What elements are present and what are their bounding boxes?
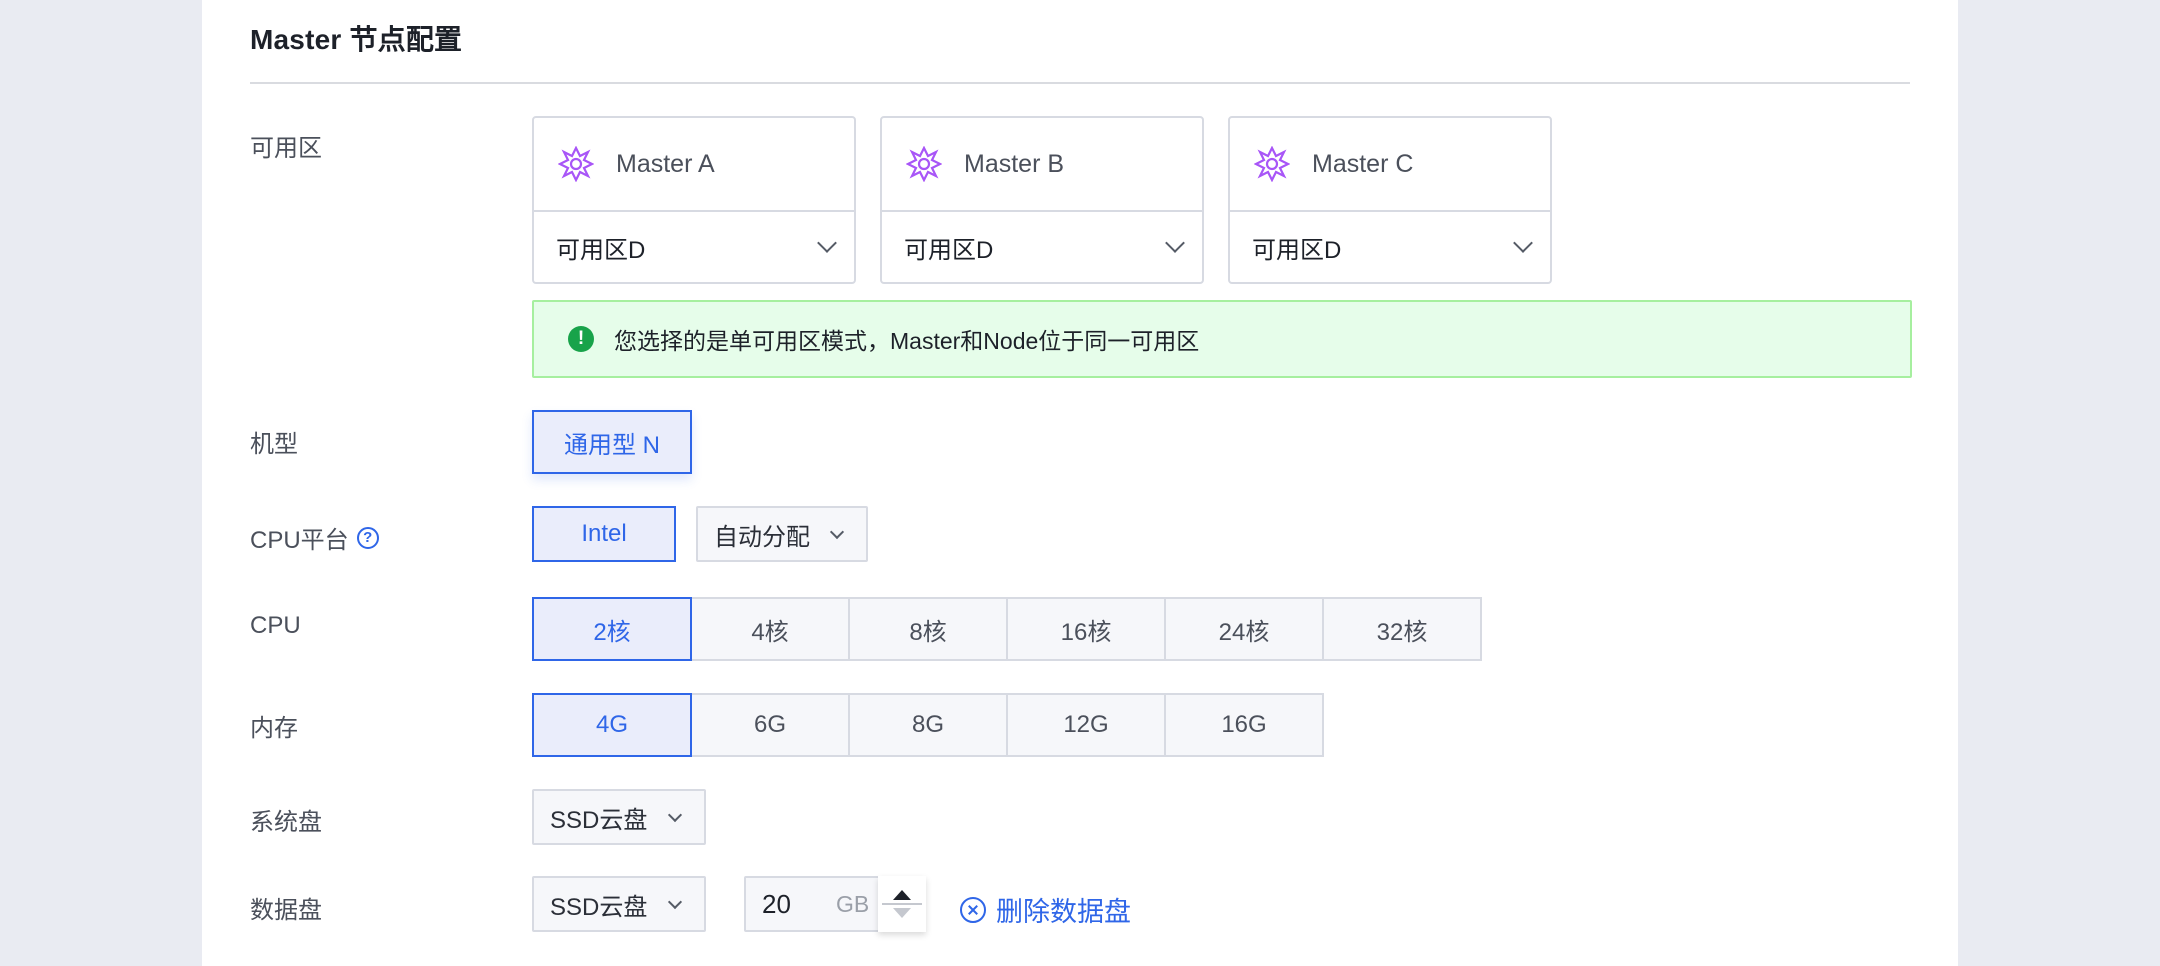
- cpu-platform-intel[interactable]: Intel: [532, 506, 676, 562]
- help-icon[interactable]: ?: [356, 526, 379, 549]
- zone-select-value: 可用区D: [1252, 236, 1342, 264]
- cpu-option-24[interactable]: 24核: [1164, 597, 1324, 661]
- memory-option-4g[interactable]: 4G: [532, 693, 692, 757]
- memory-option-12g[interactable]: 12G: [1006, 693, 1166, 757]
- zone-card-master-a: Master A 可用区D: [532, 116, 856, 284]
- data-disk-label: 数据盘: [250, 897, 322, 924]
- zone-select-master-c[interactable]: 可用区D: [1230, 212, 1550, 282]
- cpu-platform-label-text: CPU平台: [250, 527, 349, 554]
- zone-select-value: 可用区D: [904, 236, 994, 264]
- master-node-icon: [558, 146, 594, 182]
- zone-select-master-a[interactable]: 可用区D: [534, 212, 854, 282]
- cpu-option-32[interactable]: 32核: [1322, 597, 1482, 661]
- zone-card-master-c: Master C 可用区D: [1228, 116, 1552, 284]
- master-node-icon: [1254, 146, 1290, 182]
- close-circle-icon: [960, 896, 986, 923]
- chevron-down-icon: [1513, 233, 1533, 253]
- zone-select-value: 可用区D: [556, 236, 646, 264]
- machine-type-label: 机型: [250, 431, 298, 458]
- data-disk-unit: GB: [836, 890, 870, 917]
- data-disk-size-value: 20: [762, 888, 791, 919]
- memory-label: 内存: [250, 715, 298, 742]
- decrement-icon[interactable]: [893, 908, 911, 918]
- increment-icon[interactable]: [893, 890, 911, 900]
- master-node-icon: [906, 146, 942, 182]
- cpu-option-2[interactable]: 2核: [532, 597, 692, 661]
- memory-option-16g[interactable]: 16G: [1164, 693, 1324, 757]
- system-disk-select[interactable]: SSD云盘: [532, 789, 706, 845]
- stepper-divider: [882, 903, 922, 905]
- chevron-down-icon: [817, 233, 837, 253]
- chevron-down-icon: [829, 524, 845, 539]
- divider: [250, 82, 1910, 84]
- zone-card-master-b: Master B 可用区D: [880, 116, 1204, 284]
- data-disk-select[interactable]: SSD云盘: [532, 876, 706, 932]
- zone-card-name: Master C: [1312, 149, 1414, 178]
- cpu-option-4[interactable]: 4核: [690, 597, 850, 661]
- cpu-label: CPU: [250, 612, 301, 639]
- zone-card-name: Master B: [964, 149, 1065, 178]
- memory-option-6g[interactable]: 6G: [690, 693, 850, 757]
- single-zone-notice: ! 您选择的是单可用区模式，Master和Node位于同一可用区: [532, 300, 1912, 378]
- data-disk-value: SSD云盘: [550, 893, 648, 921]
- zone-card-head: Master B: [882, 118, 1202, 212]
- system-disk-value: SSD云盘: [550, 806, 648, 834]
- delete-data-disk-label: 删除数据盘: [996, 897, 1131, 927]
- machine-type-option[interactable]: 通用型 N: [532, 410, 692, 474]
- cpu-allocation-value: 自动分配: [714, 523, 810, 551]
- cpu-platform-label: CPU平台 ?: [250, 520, 379, 555]
- zone-label: 可用区: [250, 135, 322, 162]
- zone-select-master-b[interactable]: 可用区D: [882, 212, 1202, 282]
- zone-card-head: Master C: [1230, 118, 1550, 212]
- notice-text: 您选择的是单可用区模式，Master和Node位于同一可用区: [614, 328, 1200, 354]
- zone-card-name: Master A: [616, 149, 715, 178]
- exclamation-icon: !: [568, 326, 594, 352]
- zone-card-head: Master A: [534, 118, 854, 212]
- delete-data-disk-link[interactable]: 删除数据盘: [960, 890, 1131, 929]
- section-title: Master 节点配置: [250, 24, 463, 55]
- data-disk-size-stepper[interactable]: [878, 876, 926, 932]
- system-disk-label: 系统盘: [250, 809, 322, 836]
- cpu-option-16[interactable]: 16核: [1006, 597, 1166, 661]
- chevron-down-icon: [667, 807, 683, 822]
- cpu-option-8[interactable]: 8核: [848, 597, 1008, 661]
- chevron-down-icon: [667, 894, 683, 909]
- chevron-down-icon: [1165, 233, 1185, 253]
- master-config-panel: Master 节点配置 可用区 Master A 可用区D Master B 可…: [202, 0, 1958, 966]
- memory-option-8g[interactable]: 8G: [848, 693, 1008, 757]
- cpu-allocation-select[interactable]: 自动分配: [696, 506, 868, 562]
